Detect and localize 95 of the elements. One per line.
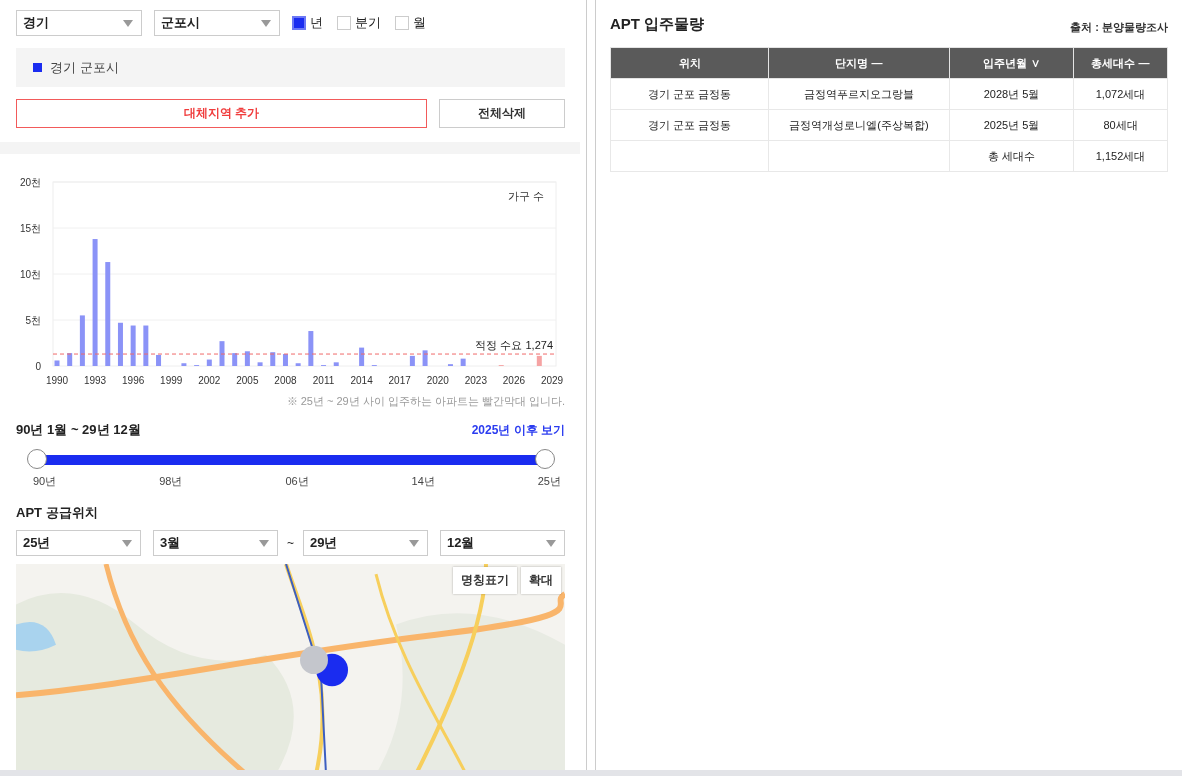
- section-title: APT 공급위치: [16, 504, 99, 522]
- table-cell: 2025년 5월: [949, 109, 1074, 141]
- caret-icon: [546, 539, 556, 547]
- bar: [117, 322, 123, 366]
- axis-label: 2017: [388, 375, 411, 386]
- caret-icon: [261, 19, 271, 27]
- bar: [333, 362, 339, 366]
- bar: [181, 363, 187, 366]
- axis-label: 2011: [312, 375, 335, 386]
- tick-label: 14년: [411, 474, 435, 489]
- axis-label: 2026: [502, 375, 526, 386]
- axis-label: 5천: [25, 315, 41, 326]
- bar: [422, 350, 428, 366]
- bar: [244, 351, 250, 366]
- column-header[interactable]: 단지명 —: [768, 47, 950, 79]
- tick-label: 98년: [159, 474, 183, 489]
- bar: [282, 354, 288, 366]
- link[interactable]: 2025년 이후 보기: [471, 421, 565, 439]
- table-cell: 금정역푸르지오그랑블: [768, 78, 950, 110]
- bar: [130, 325, 136, 366]
- table-cell: 1,072세대: [1073, 78, 1168, 110]
- axis-label: 1993: [83, 375, 107, 386]
- bar: [156, 354, 162, 366]
- table-cell: 금정역개성로니엘(주상복합): [768, 109, 950, 141]
- bar: [219, 341, 225, 366]
- axis-label: 2020: [426, 375, 449, 386]
- bar: [536, 355, 542, 366]
- axis-label: 2002: [198, 375, 221, 386]
- caret-icon: [122, 539, 132, 547]
- table-cell: 경기 군포 금정동: [610, 109, 769, 141]
- table-title: APT 입주물량: [610, 15, 705, 34]
- bar: [67, 353, 73, 366]
- checkbox[interactable]: [395, 16, 409, 30]
- bar: [232, 353, 238, 366]
- bar: [460, 358, 466, 366]
- dropdown-field[interactable]: 3월: [153, 530, 278, 556]
- axis-label: 15천: [19, 223, 41, 234]
- range-separator: ~: [287, 536, 294, 550]
- bar: [270, 352, 276, 366]
- bar: [409, 355, 415, 366]
- table-cell: 경기 군포 금정동: [610, 78, 769, 110]
- table-cell: 2028년 5월: [949, 78, 1074, 110]
- tick-label: 25년: [537, 474, 561, 489]
- axis-label: 1999: [160, 375, 183, 386]
- dropdown-field[interactable]: 25년: [16, 530, 141, 556]
- axis-label: 0: [35, 361, 41, 372]
- axis-label: 20천: [19, 177, 41, 188]
- delete-all-button[interactable]: 전체삭제: [439, 99, 565, 129]
- reference-label: 적정 수요 1,274: [475, 339, 553, 352]
- bar: [143, 325, 149, 366]
- caret-icon: [123, 19, 133, 27]
- bar: [206, 359, 212, 366]
- slider-handle[interactable]: [535, 449, 555, 469]
- bar: [295, 363, 301, 366]
- add-region-button[interactable]: 대체지역 추가: [16, 99, 428, 129]
- checkbox[interactable]: [337, 16, 351, 30]
- dropdown-field[interactable]: 12월: [440, 530, 565, 556]
- chart-note: ※ 25년 ~ 29년 사이 입주하는 아파트는 빨간막대 입니다.: [285, 394, 565, 409]
- axis-label: 2029: [540, 375, 564, 386]
- table-cell: 80세대: [1073, 109, 1168, 141]
- axis-label: 2008: [274, 375, 297, 386]
- dropdown-field[interactable]: 29년: [303, 530, 428, 556]
- axis-title: 가구 수: [507, 190, 544, 202]
- checkbox[interactable]: [292, 16, 306, 30]
- slider-handle[interactable]: [27, 449, 47, 469]
- column-header[interactable]: 총세대수 —: [1073, 47, 1168, 79]
- total-value: 1,152세대: [1073, 140, 1168, 172]
- range-label: 90년 1월 ~ 29년 12월: [16, 421, 141, 439]
- checkbox-label[interactable]: 분기: [355, 14, 381, 32]
- dropdown-field[interactable]: 경기: [16, 10, 142, 36]
- column-header[interactable]: 입주년월 ∨: [949, 47, 1074, 79]
- source-label: 출처 : 분양물량조사: [1070, 20, 1168, 35]
- tick-label: 90년: [33, 474, 57, 489]
- axis-label: 1996: [122, 375, 145, 386]
- axis-label: 2014: [350, 375, 373, 386]
- axis-label: 10천: [19, 269, 41, 280]
- bar: [359, 347, 365, 366]
- axis-label: 2023: [464, 375, 487, 386]
- axis-label: 2005: [236, 375, 259, 386]
- checkbox-label[interactable]: 년: [310, 14, 323, 32]
- total-label: 총 세대수: [949, 140, 1074, 172]
- bar: [257, 362, 263, 366]
- caret-icon: [259, 539, 269, 547]
- bar: [308, 331, 314, 366]
- axis-label: 1990: [45, 375, 69, 386]
- zoom-button[interactable]: 확대: [521, 567, 561, 594]
- bar: [79, 315, 85, 366]
- labels-toggle-button[interactable]: 명칭표기: [453, 567, 517, 594]
- column-header[interactable]: 위치: [610, 47, 769, 79]
- tick-label: 06년: [285, 474, 309, 489]
- dropdown-field[interactable]: 군포시: [154, 10, 280, 36]
- region-label: 경기 군포시: [50, 58, 119, 77]
- caret-icon: [409, 539, 419, 547]
- bar: [54, 360, 60, 366]
- checkbox-label[interactable]: 월: [413, 14, 426, 32]
